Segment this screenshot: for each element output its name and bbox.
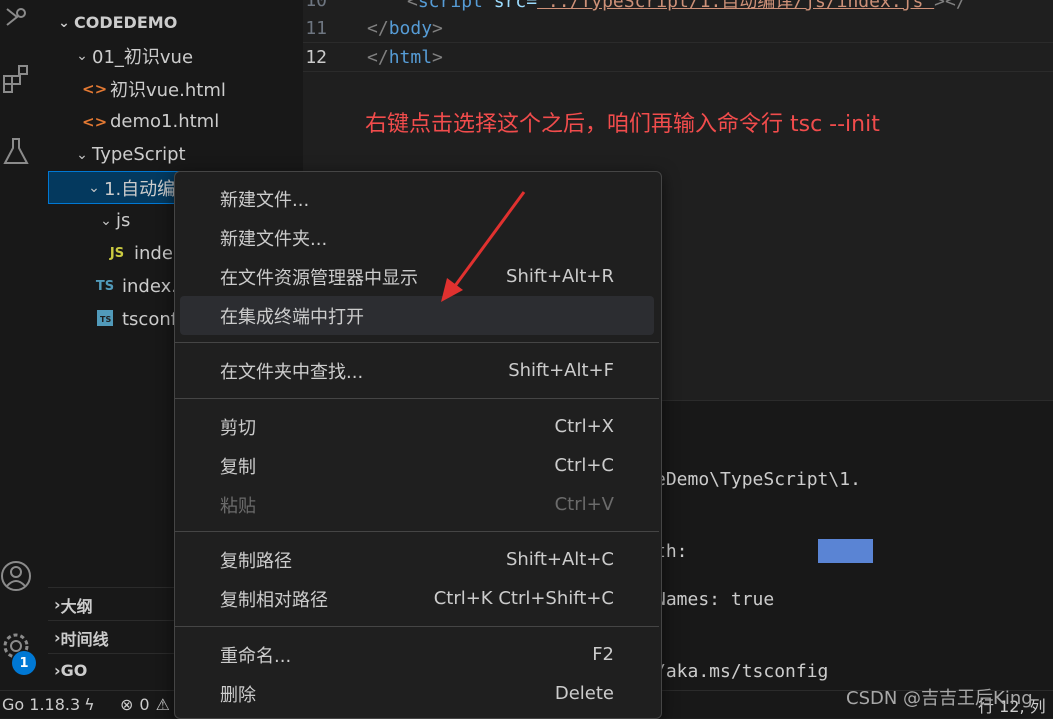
tree-item-file[interactable]: <> demo1.html xyxy=(48,105,303,138)
chevron-down-icon: ⌄ xyxy=(58,14,70,31)
menu-separator xyxy=(175,626,659,627)
menu-item-copy-relative-path[interactable]: 复制相对路径 Ctrl+K Ctrl+Shift+C xyxy=(180,579,654,618)
chevron-down-icon: ⌄ xyxy=(88,179,100,196)
go-version-status[interactable]: Go 1.18.3 ϟ xyxy=(2,691,95,718)
menu-item-copy-path[interactable]: 复制路径 Shift+Alt+C xyxy=(180,540,654,579)
chevron-down-icon: ⌄ xyxy=(76,146,88,163)
outline-section-title: 大纲 xyxy=(60,596,93,616)
html-file-icon: <> xyxy=(82,112,108,131)
tree-item-label: index. xyxy=(122,276,177,297)
context-menu: 新建文件... 新建文件夹... 在文件资源管理器中显示 Shift+Alt+R… xyxy=(174,171,662,719)
js-file-icon: JS xyxy=(109,246,125,261)
tree-item-folder[interactable]: ⌄ TypeScript xyxy=(48,138,303,171)
terminal-selection xyxy=(818,539,873,563)
warning-icon: ⚠ xyxy=(155,695,170,714)
chevron-down-icon: ⌄ xyxy=(76,47,88,64)
terminal-line: eDemo\TypeScript\1. xyxy=(655,469,861,490)
tree-item-label: js xyxy=(116,210,131,231)
menu-item-copy[interactable]: 复制 Ctrl+C xyxy=(180,446,654,485)
tree-item-label: tsconf xyxy=(122,309,178,330)
tree-item-label: inde xyxy=(134,243,173,264)
menu-item-find-in-folder[interactable]: 在文件夹中查找... Shift+Alt+F xyxy=(180,351,654,390)
ts-file-icon: TS xyxy=(95,279,115,294)
menu-item-rename[interactable]: 重命名... F2 xyxy=(180,635,654,674)
code-line-current: 12 </html > xyxy=(303,42,1053,72)
settings-badge: 1 xyxy=(12,651,36,675)
annotation-text: 右键点击选择这个之后，咱们再输入命令行 tsc --init xyxy=(365,112,880,137)
watermark: CSDN @吉吉王后King xyxy=(846,688,1033,709)
debug-icon[interactable] xyxy=(0,0,32,36)
tree-item-label: 01_初识vue xyxy=(92,46,194,68)
tree-item-label: 1.自动编 xyxy=(104,178,176,200)
explorer-root[interactable]: ⌄ CODEDEMO xyxy=(48,6,303,39)
tree-item-folder[interactable]: ⌄ 01_初识vue xyxy=(48,39,303,72)
account-icon[interactable] xyxy=(0,558,32,594)
problems-status[interactable]: ⊗ 0 ⚠ xyxy=(120,691,170,718)
activity-bar: 1 xyxy=(0,0,48,690)
explorer-root-title: CODEDEMO xyxy=(74,13,178,32)
chevron-down-icon: ⌄ xyxy=(100,212,112,229)
terminal-line: /aka.ms/tsconfig xyxy=(655,661,829,682)
tree-item-label: demo1.html xyxy=(110,111,220,132)
tree-item-file[interactable]: <> 初识vue.html xyxy=(48,72,303,105)
menu-item-open-in-terminal[interactable]: 在集成终端中打开 xyxy=(180,296,654,335)
menu-item-paste[interactable]: 粘贴 Ctrl+V xyxy=(180,485,654,524)
menu-item-reveal-in-explorer[interactable]: 在文件资源管理器中显示 Shift+Alt+R xyxy=(180,257,654,296)
menu-separator xyxy=(175,531,659,532)
chevron-right-icon: › xyxy=(54,595,61,614)
go-section-title: GO xyxy=(60,661,88,680)
error-icon: ⊗ xyxy=(120,695,134,714)
code-line: 10 <script src="../TypeScript/1.自动编译/js/… xyxy=(303,0,1053,14)
extensions-icon[interactable] xyxy=(0,60,32,96)
timeline-section-title: 时间线 xyxy=(60,629,109,649)
tree-item-label: TypeScript xyxy=(92,144,186,165)
html-file-icon: <> xyxy=(82,79,108,98)
tree-item-label: 初识vue.html xyxy=(110,79,226,101)
chevron-right-icon: › xyxy=(54,661,61,680)
menu-separator xyxy=(175,342,659,343)
testing-icon[interactable] xyxy=(0,133,32,169)
tsconfig-file-icon: TS xyxy=(94,309,116,331)
line-number: 11 xyxy=(305,17,327,39)
menu-separator xyxy=(175,398,659,399)
line-number: 12 xyxy=(305,46,327,68)
chevron-right-icon: › xyxy=(54,628,61,647)
menu-item-cut[interactable]: 剪切 Ctrl+X xyxy=(180,407,654,446)
code-line: 11 </body > xyxy=(303,14,1053,42)
line-number: 10 xyxy=(305,0,327,11)
terminal-line: Names: true xyxy=(655,589,775,610)
menu-item-new-file[interactable]: 新建文件... xyxy=(180,179,654,218)
menu-item-delete[interactable]: 删除 Delete xyxy=(180,674,654,713)
svg-text:TS: TS xyxy=(100,315,111,324)
lightning-icon: ϟ xyxy=(84,695,95,714)
menu-item-new-folder[interactable]: 新建文件夹... xyxy=(180,218,654,257)
